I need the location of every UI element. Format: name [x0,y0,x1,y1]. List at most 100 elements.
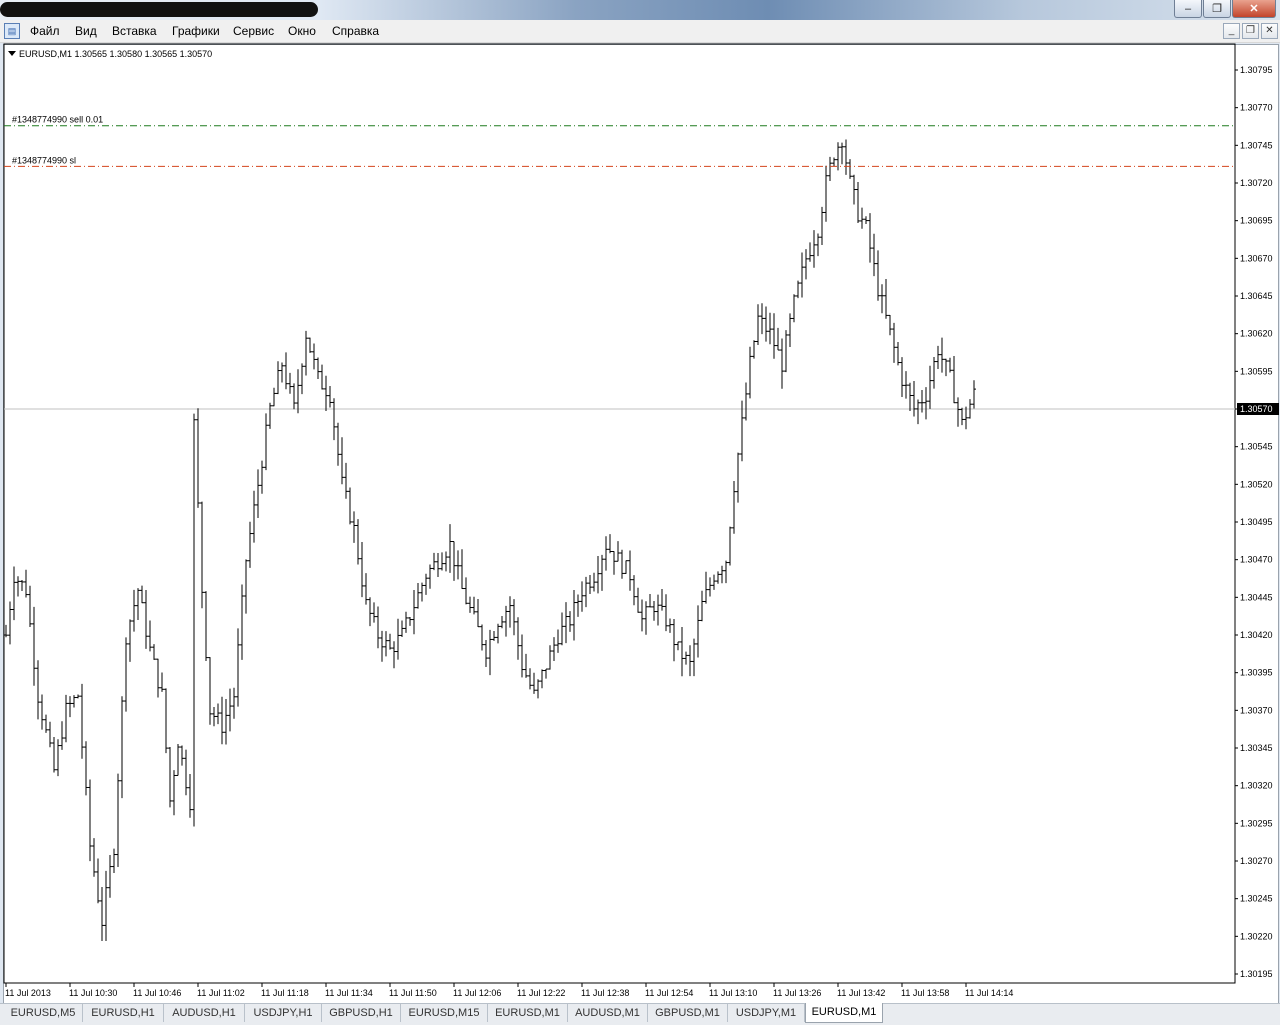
ohlc-bar [712,574,716,590]
tab-gbpusd-h1[interactable]: GBPUSD,H1 [322,1004,401,1022]
ohlc-bar [396,618,400,660]
price-tick-label: 1.30420 [1240,630,1273,640]
ohlc-bar [400,620,404,637]
ohlc-bar [180,745,184,766]
time-axis: 11 Jul 2013 11 Jul 10:30 11 Jul 10:46 11 Ju… [5,983,1013,998]
ohlc-bar [508,596,512,628]
ohlc-bar [652,601,656,621]
ohlc-bar [900,357,904,397]
ohlc-bar [876,250,880,301]
ohlc-bar [24,569,28,598]
ohlc-bar [328,385,332,408]
time-tick-label: 11 Jul 10:46 [133,988,181,998]
ohlc-bar [420,582,424,602]
tab-usdjpy-m1[interactable]: USDJPY,M1 [728,1004,805,1022]
chart-symbol-quote: EURUSD,M1 1.30565 1.30580 1.30565 1.3057… [19,49,213,59]
ohlc-bar [144,589,148,649]
price-tick-label: 1.30520 [1240,479,1273,489]
ohlc-bar [640,599,644,632]
tab-audusd-h1[interactable]: AUDUSD,H1 [164,1004,245,1022]
ohlc-bar [560,612,564,646]
tab-eurusd-m1-active[interactable]: EURUSD,M1 [805,1003,883,1023]
ohlc-bar [928,365,932,409]
ohlc-bar [220,696,224,745]
ohlc-bar [392,641,396,669]
ohlc-bar [804,249,808,280]
ohlc-bar [412,589,416,635]
tab-eurusd-m1[interactable]: EURUSD,M1 [488,1004,568,1022]
ohlc-bar [264,413,268,471]
ohlc-bar [664,594,668,632]
time-tick-label: 11 Jul 14:14 [965,988,1013,998]
price-tick-label: 1.30345 [1240,743,1273,753]
time-tick-label: 11 Jul 11:02 [197,988,245,998]
ohlc-bar [668,618,672,633]
ohlc-bar [176,744,180,776]
ohlc-bar [952,355,956,404]
ohlc-bar [68,696,72,718]
ohlc-bar [356,519,360,565]
time-tick-label: 11 Jul 13:10 [709,988,757,998]
collapse-triangle-icon[interactable] [8,51,16,56]
ohlc-bar [324,375,328,412]
ohlc-bar [416,582,420,609]
ohlc-bar [60,721,64,750]
ohlc-bar [132,589,136,632]
ohlc-bar [272,387,276,407]
ohlc-bar [76,694,80,699]
ohlc-bar [852,174,856,205]
ohlc-bar [316,357,320,379]
ohlc-bar [12,566,16,621]
price-tick-label: 1.30695 [1240,216,1273,226]
ohlc-bar [120,696,124,799]
ohlc-bar [544,668,548,679]
ohlc-bar [648,594,652,608]
ohlc-bar [456,550,460,580]
ohlc-bar [404,611,408,633]
ohlc-bar [44,714,48,733]
ohlc-bar [364,573,368,605]
ohlc-bar [724,560,728,584]
ohlc-bar [308,337,312,353]
ohlc-bar [680,626,684,677]
ohlc-bar [548,645,552,670]
ohlc-bar [96,858,100,904]
ohlc-bar [56,739,60,777]
tab-audusd-m1[interactable]: AUDUSD,M1 [568,1004,648,1022]
ohlc-bar [616,541,620,562]
tab-eurusd-m15[interactable]: EURUSD,M15 [401,1004,488,1022]
price-tick-label: 1.30395 [1240,668,1273,678]
ohlc-bar [612,550,616,575]
time-tick-label: 11 Jul 12:22 [517,988,565,998]
ohlc-bar [384,631,388,657]
price-axis: 1.30795 1.30770 1.30745 1.30720 1.30695 1.306… [1235,65,1279,979]
chart-header: EURUSD,M1 1.30565 1.30580 1.30565 1.3057… [8,49,212,59]
price-tick-label: 1.30645 [1240,291,1273,301]
ohlc-bar [116,773,120,867]
ohlc-bar [940,337,944,373]
ohlc-bar [644,601,648,635]
ohlc-bar [504,605,508,637]
tab-eurusd-h1[interactable]: EURUSD,H1 [83,1004,164,1022]
price-tick-label: 1.30245 [1240,894,1273,904]
ohlc-bar [792,294,796,323]
ohlc-bar [372,602,376,623]
ohlc-bar [720,565,724,584]
price-tick-label: 1.30620 [1240,329,1273,339]
tab-gbpusd-m1[interactable]: GBPUSD,M1 [648,1004,728,1022]
tab-eurusd-m5[interactable]: EURUSD,M5 [4,1004,83,1022]
ohlc-bar [888,314,892,336]
ohlc-bar [744,382,748,421]
ohlc-bar [196,408,200,508]
ohlc-bar [320,364,324,390]
ohlc-bar [764,306,768,342]
current-price-label: 1.30570 [1240,404,1273,414]
price-tick-label: 1.30195 [1240,969,1273,979]
ohlc-bar [536,679,540,699]
ohlc-bar [740,400,744,462]
tab-usdjpy-h1[interactable]: USDJPY,H1 [245,1004,322,1022]
ohlc-bar [608,534,612,554]
ohlc-bar [300,363,304,395]
price-chart[interactable]: #1348774990 sell 0.01 #1348774990 sl 1.30… [0,0,1280,1004]
ohlc-bar [28,585,32,628]
